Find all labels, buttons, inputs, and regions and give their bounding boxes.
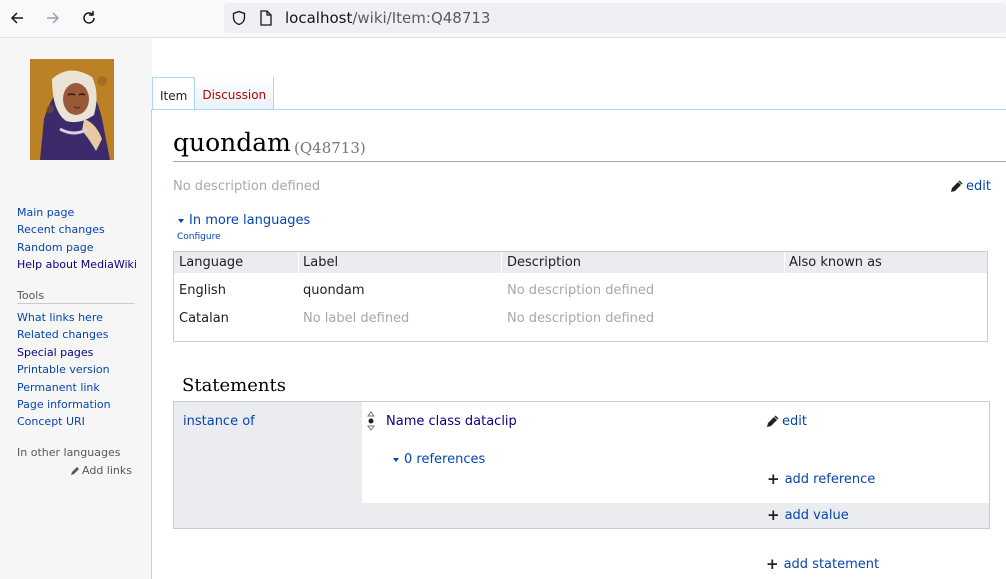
rank-selector-icon[interactable] [366,411,376,431]
more-languages-label: In more languages [189,213,311,228]
nav-links: Main page Recent changes Random page Hel… [17,204,137,274]
tool-printable-version[interactable]: Printable version [17,361,111,378]
row-language: Catalan [179,311,229,326]
url-text[interactable]: localhost/wiki/Item:Q48713 [285,9,490,27]
tool-permanent-link[interactable]: Permanent link [17,379,111,396]
plus-icon: + [766,555,779,573]
table-row: English quondam No description defined [174,280,987,308]
statement-value-link[interactable]: Name class dataclip [386,414,517,429]
edit-statement-label: edit [782,414,807,429]
caret-down-icon [393,457,399,462]
page-tabs: Item Discussion [152,77,275,110]
col-divider [784,252,785,273]
add-value-label: add value [784,508,849,523]
logo-portrait-icon [30,59,114,160]
edit-statement-button[interactable]: edit [766,414,807,429]
col-language: Language [179,255,244,270]
tools-links: What links here Related changes Special … [17,309,111,431]
nav-main-page[interactable]: Main page [17,204,137,221]
pencil-icon [951,180,963,192]
shield-icon[interactable] [231,10,247,26]
edit-terms-label: edit [966,179,991,194]
back-arrow-icon [10,12,23,24]
tab-item[interactable]: Item [152,77,196,110]
add-statement-button[interactable]: + add statement [766,555,880,573]
tools-divider [17,303,135,304]
col-aliases: Also known as [789,255,882,270]
other-languages-heading: In other languages [17,446,121,459]
forward-arrow-icon [47,12,60,24]
page-title: quondam [173,128,291,157]
col-divider [298,252,299,273]
languages-table: Language Label Description Also known as… [173,251,988,342]
forward-button[interactable] [41,6,65,30]
url-path: /wiki/Item:Q48713 [352,9,491,27]
tool-page-information[interactable]: Page information [17,396,111,413]
tool-special-pages[interactable]: Special pages [17,344,111,361]
tool-concept-uri[interactable]: Concept URI [17,413,111,430]
col-divider [501,252,502,273]
add-reference-button[interactable]: + add reference [767,470,876,488]
pencil-icon [767,415,779,427]
tools-heading: Tools [17,289,45,302]
more-languages-toggle[interactable]: In more languages [177,213,310,228]
browser-toolbar: localhost/wiki/Item:Q48713 [0,0,1006,38]
languages-table-header: Language Label Description Also known as [174,252,987,273]
row-label: No label defined [303,311,410,326]
add-reference-label: add reference [784,472,876,487]
entity-id: (Q48713) [294,139,366,157]
tool-what-links-here[interactable]: What links here [17,309,111,326]
plus-icon: + [767,470,780,488]
configure-link[interactable]: Configure [177,232,221,242]
description-text: No description defined [173,179,321,194]
nav-help[interactable]: Help about MediaWiki [17,256,137,273]
property-link[interactable]: instance of [183,414,255,429]
col-label: Label [303,255,339,270]
url-host: localhost [285,9,353,27]
add-value-button[interactable]: + add value [767,506,849,524]
title-divider [173,161,1006,162]
tool-related-changes[interactable]: Related changes [17,326,111,343]
nav-recent-changes[interactable]: Recent changes [17,221,137,238]
add-links-button[interactable]: Add links [70,464,132,477]
add-statement-label: add statement [783,557,880,572]
statements-heading: Statements [182,375,286,396]
pencil-icon [71,466,79,475]
statement-group: instance of Name class dataclip edit 0 r… [173,401,990,529]
edit-terms-button[interactable]: edit [950,179,991,194]
row-label: quondam [303,283,365,298]
row-description: No description defined [507,311,655,326]
tab-discussion[interactable]: Discussion [195,77,275,110]
row-language: English [179,283,226,298]
sidebar: Main page Recent changes Random page Hel… [0,38,152,579]
page-icon[interactable] [259,10,273,26]
table-row: Catalan No label defined No description … [174,308,987,336]
nav-random-page[interactable]: Random page [17,239,137,256]
back-button[interactable] [5,6,29,30]
site-logo[interactable] [30,59,114,160]
reload-icon [83,11,95,24]
row-description: No description defined [507,283,655,298]
add-links-label: Add links [82,464,132,477]
reload-button[interactable] [77,6,101,30]
plus-icon: + [767,506,780,524]
statement: Name class dataclip edit 0 references + … [362,402,989,503]
caret-down-icon [178,218,184,223]
col-description: Description [507,255,582,270]
references-toggle[interactable]: 0 references [392,452,485,467]
references-count: 0 references [404,452,486,467]
